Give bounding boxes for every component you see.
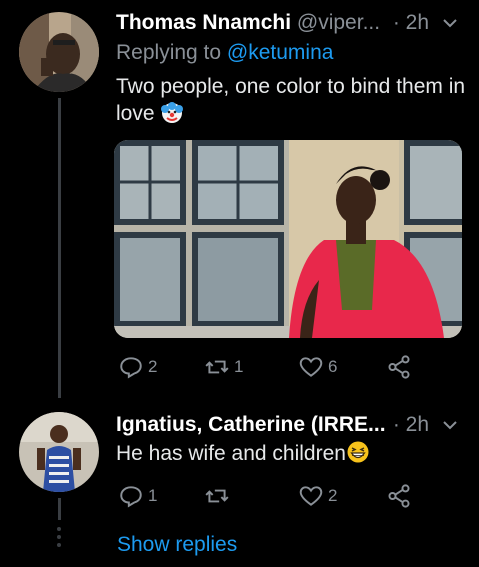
heart-icon — [299, 357, 323, 377]
like-count: 2 — [328, 486, 338, 505]
retweet-button[interactable]: 1 — [204, 354, 243, 380]
tweet-text: He has wife and children — [116, 440, 466, 467]
share-icon — [388, 355, 410, 379]
tweet-header: Thomas Nnamchi @viper... — [116, 10, 380, 36]
retweet-button[interactable] — [204, 483, 234, 509]
author-name[interactable]: Ignatius, Catherine (IRRE... — [116, 413, 386, 436]
grinning-squinting-face-icon — [347, 441, 369, 463]
thread-continuation-dots — [57, 527, 61, 547]
tweet-header: Ignatius, Catherine (IRRE... — [116, 412, 386, 438]
avatar[interactable] — [19, 12, 99, 92]
mention-link[interactable]: @ketumina — [227, 41, 334, 64]
tweet-actions: 1 2 — [116, 483, 436, 509]
show-replies-link[interactable]: Show replies — [117, 532, 237, 558]
avatar[interactable] — [19, 412, 99, 492]
tweet-2[interactable]: Ignatius, Catherine (IRRE... · 2h He has… — [0, 400, 479, 567]
thread-line — [58, 98, 61, 398]
timestamp[interactable]: · 2h — [393, 412, 429, 438]
heart-icon — [299, 486, 323, 506]
thread-line — [58, 498, 61, 520]
tweet-text-content: He has wife and children — [116, 442, 346, 465]
like-count: 6 — [328, 357, 338, 376]
retweet-count: 1 — [234, 357, 244, 376]
like-button[interactable]: 6 — [298, 354, 337, 380]
share-button[interactable] — [386, 354, 412, 380]
tweet-1[interactable]: Thomas Nnamchi @viper... · 2h Replying t… — [0, 0, 479, 398]
like-button[interactable]: 2 — [298, 483, 337, 509]
share-button[interactable] — [386, 483, 412, 509]
share-icon — [388, 484, 410, 508]
author-handle[interactable]: @viper... — [297, 11, 380, 34]
retweet-icon — [205, 489, 229, 503]
tweet-photo[interactable] — [114, 140, 462, 338]
reply-count: 1 — [148, 486, 158, 505]
chevron-down-icon[interactable] — [441, 14, 459, 32]
chevron-down-icon[interactable] — [441, 416, 459, 434]
reply-icon — [120, 486, 142, 508]
reply-count: 2 — [148, 357, 158, 376]
reply-button[interactable]: 1 — [118, 483, 157, 509]
tweet-text: Two people, one color to bind them in lo… — [116, 73, 466, 127]
reply-prefix: Replying to — [116, 41, 227, 64]
author-name[interactable]: Thomas Nnamchi — [116, 11, 291, 34]
tweet-actions: 2 1 6 — [116, 354, 436, 380]
retweet-icon — [205, 360, 229, 374]
reply-icon — [120, 357, 142, 379]
timestamp[interactable]: · 2h — [393, 10, 429, 36]
reply-button[interactable]: 2 — [118, 354, 157, 380]
clown-face-icon — [161, 102, 184, 123]
replying-to: Replying to @ketumina — [116, 40, 333, 66]
